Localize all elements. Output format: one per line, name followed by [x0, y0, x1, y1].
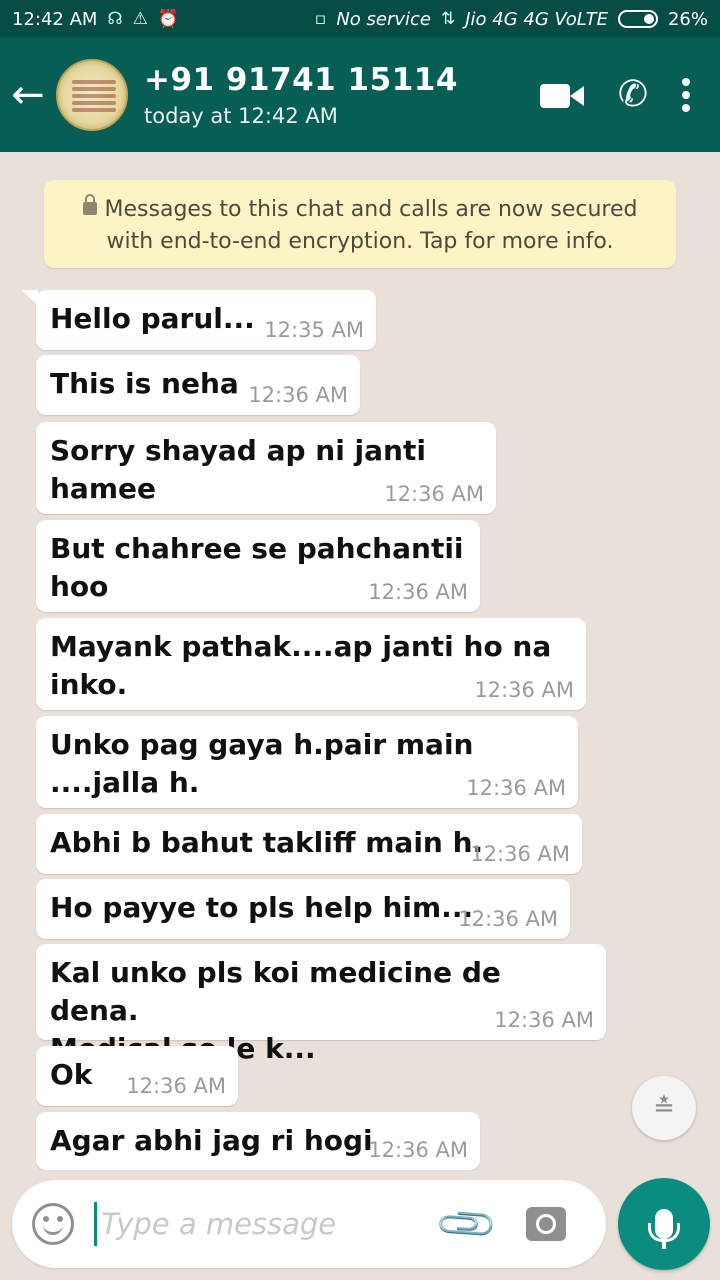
- video-call-icon[interactable]: [539, 80, 584, 110]
- message-time: 12:36 AM: [368, 580, 468, 604]
- message-bubble[interactable]: But chahree se pahchantii hoo 12:36 AM: [36, 520, 480, 612]
- microphone-icon: [648, 1209, 680, 1249]
- message-bubble[interactable]: Abhi b bahut takliff main h. 12:36 AM: [36, 814, 582, 874]
- chat-area[interactable]: Messages to this chat and calls are now …: [0, 152, 720, 1170]
- message-composer: 📎: [12, 1180, 606, 1268]
- sim2-status: Jio 4G 4G VoLTE: [465, 8, 608, 30]
- last-seen: today at 12:42 AM: [144, 104, 338, 128]
- message-bubble[interactable]: This is neha 12:36 AM: [36, 355, 360, 415]
- signal-icon: ▫: [314, 9, 327, 29]
- message-bubble[interactable]: Ho payye to pls help him... 12:36 AM: [36, 879, 570, 939]
- data-icon: ⇅: [441, 9, 456, 29]
- message-time: 12:36 AM: [466, 776, 566, 800]
- back-arrow-icon[interactable]: ←: [0, 72, 56, 118]
- contact-name: +91 91741 15114: [144, 62, 458, 98]
- message-time: 12:36 AM: [384, 482, 484, 506]
- message-time: 12:36 AM: [474, 678, 574, 702]
- lock-icon: [82, 193, 97, 215]
- status-time: 12:42 AM: [12, 8, 98, 30]
- contact-avatar[interactable]: [56, 59, 128, 131]
- sim1-status: No service: [336, 8, 431, 30]
- message-time: 12:36 AM: [458, 907, 558, 931]
- scroll-down-button[interactable]: ≛: [632, 1076, 696, 1140]
- message-bubble[interactable]: Ok 12:36 AM: [36, 1046, 238, 1106]
- message-bubble[interactable]: Kal unko pls koi medicine de dena. Medic…: [36, 944, 606, 1065]
- message-bubble[interactable]: Unko pag gaya h.pair main ....jalla h. 1…: [36, 716, 578, 808]
- message-time: 12:36 AM: [248, 383, 348, 407]
- message-time: 12:36 AM: [470, 842, 570, 866]
- message-time: 12:35 AM: [264, 318, 364, 342]
- message-bubble[interactable]: Mayank pathak....ap janti ho na inko. 12…: [36, 618, 586, 710]
- status-bar: 12:42 AM ☊ ⚠ ⏰ ▫ No service ⇅ Jio 4G 4G …: [0, 0, 720, 38]
- chevrons-down-icon: ≛: [653, 1093, 675, 1123]
- emoji-icon[interactable]: [32, 1203, 74, 1245]
- composer-bar: 📎: [0, 1170, 720, 1280]
- voice-record-button[interactable]: [618, 1178, 710, 1270]
- message-bubble[interactable]: Agar abhi jag ri hogi 12:36 AM: [36, 1112, 480, 1170]
- more-options-icon[interactable]: [682, 78, 690, 112]
- mute-icon: ⚠: [132, 9, 148, 29]
- voice-call-icon[interactable]: ✆: [618, 77, 648, 113]
- message-bubble[interactable]: Sorry shayad ap ni janti hamee 12:36 AM: [36, 422, 496, 514]
- alarm-icon: ⏰: [157, 9, 179, 29]
- message-input[interactable]: [94, 1202, 424, 1246]
- encryption-text: Messages to this chat and calls are now …: [104, 197, 638, 254]
- paperclip-icon[interactable]: 📎: [433, 1190, 501, 1258]
- chat-header: ← +91 91741 15114 today at 12:42 AM ✆: [0, 38, 720, 152]
- contact-info[interactable]: +91 91741 15114 today at 12:42 AM: [144, 62, 540, 128]
- camera-icon[interactable]: [525, 1207, 566, 1241]
- message-time: 12:36 AM: [494, 1008, 594, 1032]
- message-time: 12:36 AM: [368, 1138, 468, 1162]
- encryption-notice[interactable]: Messages to this chat and calls are now …: [44, 180, 676, 268]
- battery-icon: [617, 10, 658, 28]
- headset-icon: ☊: [107, 9, 123, 29]
- message-bubble[interactable]: Hello parul... 12:35 AM: [22, 290, 376, 350]
- battery-level: 26%: [667, 8, 708, 30]
- message-time: 12:36 AM: [126, 1074, 226, 1098]
